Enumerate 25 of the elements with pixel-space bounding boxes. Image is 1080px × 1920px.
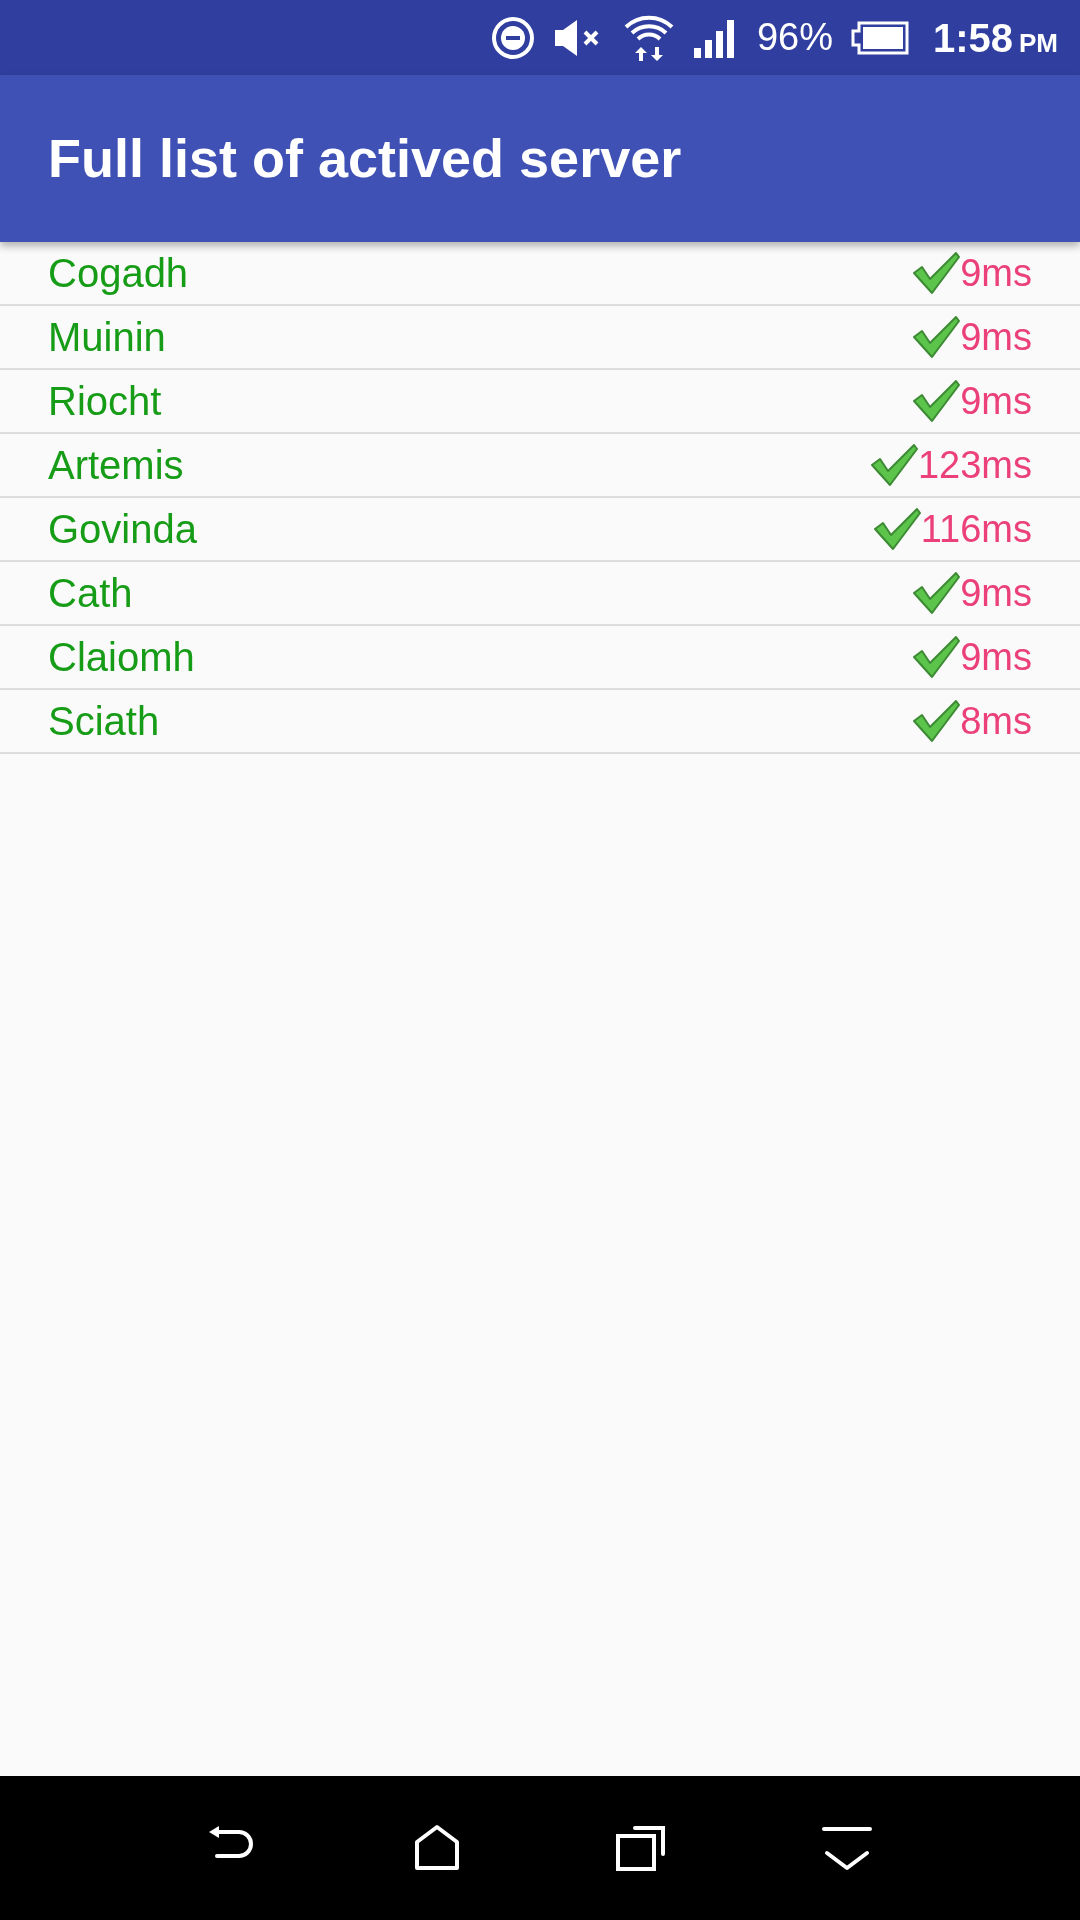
server-name: Artemis (48, 442, 185, 489)
do-not-disturb-icon (490, 15, 535, 60)
hide-keyboard-icon[interactable] (821, 1825, 873, 1871)
clock-time: 1:58 (932, 14, 1013, 62)
server-name: Sciath (48, 698, 161, 745)
battery-icon (850, 20, 909, 55)
latency-value: 123ms (917, 442, 1032, 488)
server-name: Cogadh (48, 250, 190, 297)
server-name: Riocht (48, 378, 163, 425)
server-name: Govinda (48, 506, 198, 553)
battery-percentage: 96% (756, 15, 833, 60)
latency-value: 9ms (960, 250, 1032, 296)
latency-value: 9ms (960, 634, 1032, 680)
app-bar-title: Full list of actived server (48, 127, 682, 190)
latency-value: 9ms (960, 570, 1032, 616)
latency-value: 9ms (960, 314, 1032, 360)
latency-value: 116ms (920, 506, 1032, 552)
recent-apps-icon[interactable] (615, 1824, 667, 1872)
latency-value: 8ms (960, 698, 1032, 744)
server-name: Claiomh (48, 634, 196, 681)
home-icon[interactable] (413, 1824, 461, 1872)
server-name: Muinin (48, 314, 167, 361)
server-name: Cath (48, 570, 134, 617)
clock-period: PM (1019, 26, 1058, 60)
latency-value: 9ms (960, 378, 1032, 424)
